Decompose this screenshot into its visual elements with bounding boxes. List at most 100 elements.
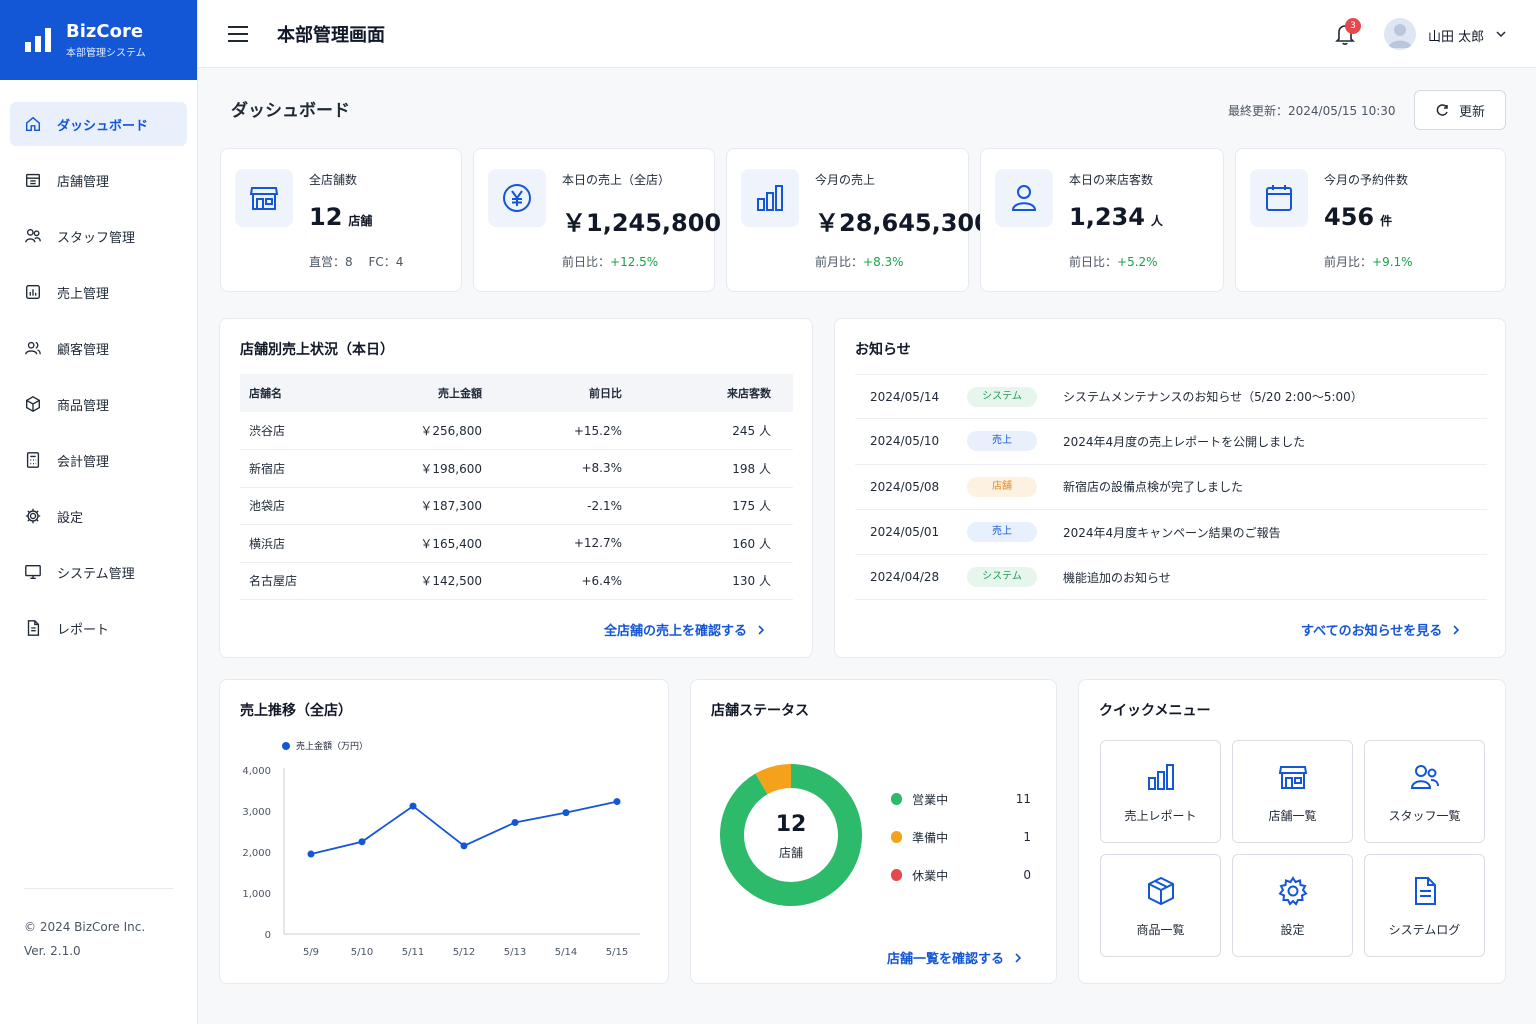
chevron-right-icon bbox=[1015, 952, 1022, 963]
brand-header[interactable]: BizCore 本部管理システム bbox=[0, 0, 197, 80]
staff-icon bbox=[25, 229, 41, 243]
quick-menu-sales-report[interactable]: 売上レポート bbox=[1100, 740, 1221, 843]
notice-date: 2024/05/01 bbox=[870, 525, 940, 540]
list-item[interactable]: 2024/05/14 システム システムメンテナンスのお知らせ（5/20 2:0… bbox=[855, 374, 1487, 420]
stat-value: 12 店舗 bbox=[309, 203, 372, 231]
stat-label: 今月の売上 bbox=[815, 173, 876, 187]
sidebar-item-system[interactable]: システム管理 bbox=[10, 550, 187, 594]
sidebar-nav: ダッシュボード 店舗管理 スタッフ管理 売上管理 顧客管理 商品管理 会計管理 bbox=[0, 80, 197, 650]
stat-label: 本日の売上（全店） bbox=[562, 173, 671, 187]
notice-date: 2024/05/08 bbox=[870, 479, 940, 494]
refresh-label: 更新 bbox=[1458, 104, 1485, 120]
store-status-card: 店舗ステータス 12 店舗 営業中 11 準備中 1 休業中 0 店舗一覧を確認… bbox=[690, 679, 1057, 984]
quick-menu-label: 設定 bbox=[1280, 923, 1305, 937]
list-item[interactable]: 2024/05/10 売上 2024年4月度の売上レポートを公開しました bbox=[855, 419, 1487, 465]
sidebar-item-customers[interactable]: 顧客管理 bbox=[10, 326, 187, 370]
link-label: 全店舗の売上を確認する bbox=[604, 624, 748, 639]
visitor-count: 130 人 bbox=[622, 562, 793, 600]
view-all-notices-link[interactable]: すべてのお知らせを見る bbox=[1301, 620, 1460, 639]
notice-list: 2024/05/14 システム システムメンテナンスのお知らせ（5/20 2:0… bbox=[855, 374, 1487, 601]
monitor-icon bbox=[25, 565, 41, 579]
sales-amount: ￥165,400 bbox=[370, 524, 482, 563]
stat-sub-prefix: 前月比： bbox=[815, 255, 864, 269]
list-item[interactable]: 2024/05/01 売上 2024年4月度キャンペーン結果のご報告 bbox=[855, 510, 1487, 556]
box-icon bbox=[1147, 876, 1174, 906]
bar-chart-icon bbox=[757, 185, 783, 211]
data-point bbox=[358, 838, 366, 846]
sidebar-item-staff[interactable]: スタッフ管理 bbox=[10, 214, 187, 258]
stat-sub-prefix: 前日比： bbox=[562, 255, 611, 269]
sidebar-item-reports[interactable]: レポート bbox=[10, 606, 187, 650]
store-sales-table: 店舗名 売上金額 前日比 来店客数 渋谷店 ￥256,800 +15.2% 24… bbox=[240, 374, 793, 600]
quick-menu-system-log[interactable]: システムログ bbox=[1364, 854, 1485, 957]
stat-icon-wrap bbox=[488, 169, 546, 227]
sidebar-item-products[interactable]: 商品管理 bbox=[10, 382, 187, 426]
stat-card-reservations: 今月の予約件数 456 件 前月比：+9.1% bbox=[1235, 148, 1506, 292]
chevron-down-icon[interactable] bbox=[1495, 28, 1507, 40]
sidebar-item-accounting[interactable]: 会計管理 bbox=[10, 438, 187, 482]
sidebar-item-label: 会計管理 bbox=[57, 454, 110, 470]
app-name: BizCore bbox=[66, 20, 144, 42]
table-row[interactable]: 新宿店 ￥198,600 +8.3% 198 人 bbox=[240, 449, 793, 488]
notice-tag: システム bbox=[967, 386, 1037, 407]
store-name: 渋谷店 bbox=[240, 412, 370, 450]
table-row[interactable]: 横浜店 ￥165,400 +12.7% 160 人 bbox=[240, 524, 793, 563]
chevron-right-icon bbox=[758, 624, 765, 635]
notices-card: お知らせ 2024/05/14 システム システムメンテナンスのお知らせ（5/2… bbox=[834, 318, 1506, 658]
version-text: Ver. 2.1.0 bbox=[24, 944, 81, 958]
data-point bbox=[562, 809, 570, 817]
app-subtitle: 本部管理システム bbox=[66, 47, 146, 59]
notice-text: 2024年4月度の売上レポートを公開しました bbox=[1063, 434, 1306, 449]
store-name: 池袋店 bbox=[240, 487, 370, 525]
sidebar-item-label: 設定 bbox=[57, 510, 84, 526]
user-avatar-icon bbox=[1388, 24, 1412, 48]
avatar[interactable] bbox=[1384, 18, 1416, 50]
stat-change: +12.5% bbox=[610, 255, 659, 269]
stat-value: 1,234 人 bbox=[1069, 203, 1163, 231]
donut-segment bbox=[755, 764, 792, 795]
card-title: 店舗ステータス bbox=[711, 703, 809, 719]
stat-card-visitors: 本日の来店客数 1,234 人 前日比：+5.2% bbox=[980, 148, 1224, 292]
quick-menu-product-list[interactable]: 商品一覧 bbox=[1100, 854, 1221, 957]
table-row[interactable]: 渋谷店 ￥256,800 +15.2% 245 人 bbox=[240, 412, 793, 450]
last-updated-text: 最終更新：2024/05/15 10:30 bbox=[1228, 104, 1396, 118]
page-title: ダッシュボード bbox=[231, 101, 350, 121]
quick-menu-settings[interactable]: 設定 bbox=[1232, 854, 1353, 957]
visitor-count: 198 人 bbox=[622, 449, 793, 488]
x-tick-label: 5/14 bbox=[555, 947, 577, 958]
status-count: 11 bbox=[1015, 792, 1031, 806]
data-point bbox=[307, 850, 315, 858]
quick-menu-store-list[interactable]: 店舗一覧 bbox=[1232, 740, 1353, 843]
data-point bbox=[409, 802, 417, 810]
chevron-right-icon bbox=[1453, 624, 1460, 635]
user-name[interactable]: 山田 太郎 bbox=[1428, 26, 1484, 45]
sidebar-item-stores[interactable]: 店舗管理 bbox=[10, 158, 187, 202]
sidebar-item-settings[interactable]: 設定 bbox=[10, 494, 187, 538]
notice-tag-wrap: 売上 bbox=[953, 431, 1063, 452]
refresh-button[interactable]: 更新 bbox=[1414, 90, 1506, 130]
quick-menu-card: クイックメニュー 売上レポート 店舗一覧 スタッフ一覧 商品一覧 設定 システム… bbox=[1078, 679, 1506, 984]
list-item[interactable]: 2024/05/08 店舗 新宿店の設備点検が完了しました bbox=[855, 465, 1487, 510]
table-header-row: 店舗名 売上金額 前日比 来店客数 bbox=[240, 374, 793, 412]
logo-icon bbox=[25, 28, 51, 52]
sidebar-item-dashboard[interactable]: ダッシュボード bbox=[10, 102, 187, 146]
status-row: 準備中 1 bbox=[891, 818, 1031, 856]
stat-label: 全店舗数 bbox=[309, 173, 358, 187]
list-item[interactable]: 2024/04/28 システム 機能追加のお知らせ bbox=[855, 555, 1487, 601]
view-stores-link[interactable]: 店舗一覧を確認する bbox=[887, 948, 1022, 967]
stat-sub: 前日比：+5.2% bbox=[1069, 253, 1158, 270]
sidebar-item-sales[interactable]: 売上管理 bbox=[10, 270, 187, 314]
gear-icon bbox=[25, 508, 41, 524]
home-icon bbox=[25, 116, 41, 132]
table-row[interactable]: 池袋店 ￥187,300 -2.1% 175 人 bbox=[240, 487, 793, 525]
table-row[interactable]: 名古屋店 ￥142,500 +6.4% 130 人 bbox=[240, 562, 793, 600]
data-point bbox=[613, 798, 621, 806]
view-all-sales-link[interactable]: 全店舗の売上を確認する bbox=[604, 620, 765, 639]
stat-sub-prefix: 前月比： bbox=[1324, 255, 1373, 269]
status-label: 準備中 bbox=[912, 830, 949, 845]
notice-text: システムメンテナンスのお知らせ（5/20 2:00〜5:00） bbox=[1063, 390, 1363, 405]
sidebar-item-label: レポート bbox=[57, 622, 110, 638]
y-tick-label: 1,000 bbox=[242, 889, 271, 900]
hamburger-menu-icon[interactable] bbox=[227, 25, 249, 43]
quick-menu-staff-list[interactable]: スタッフ一覧 bbox=[1364, 740, 1485, 843]
